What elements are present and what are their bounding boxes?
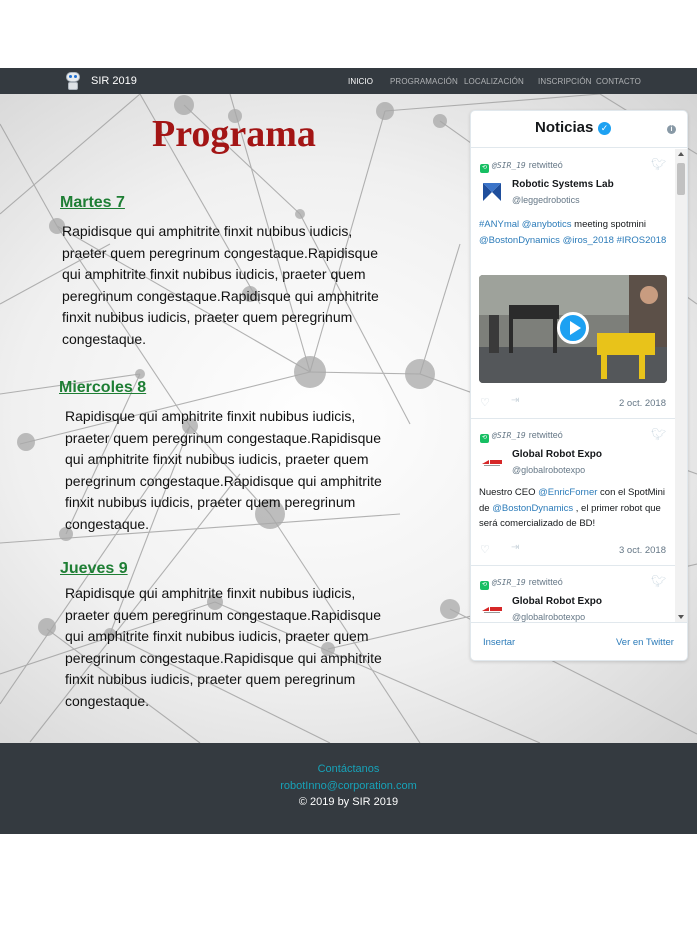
- tweet-author[interactable]: Robotic Systems Lab: [512, 179, 614, 190]
- tweet-text: #ANYmal @anybotics meeting spotmini @Bos…: [479, 219, 667, 246]
- nav-link-localizacion[interactable]: LOCALIZACIÓN: [464, 77, 524, 86]
- nav-link-programacion[interactable]: PROGRAMACIÓN: [390, 77, 458, 86]
- tweet-handle[interactable]: @leggedrobotics: [512, 195, 580, 205]
- scroll-down-icon[interactable]: [678, 615, 684, 619]
- tweet-item[interactable]: ⟲ @SIR_19 retwitteó 🐦︎ Global Robot Expo @…: [471, 566, 675, 622]
- play-icon[interactable]: [557, 312, 589, 344]
- tweet-item[interactable]: ⟲ @SIR_19 retwitteó 🐦︎ Global Robot Expo @…: [471, 419, 675, 566]
- day-description-miercoles: Rapidisque qui amphitrite finxit nubibus…: [65, 408, 382, 532]
- retweet-icon: ⟲: [480, 434, 489, 443]
- scroll-up-icon[interactable]: [678, 152, 684, 156]
- tweet-handle[interactable]: @globalrobotexpo: [512, 612, 585, 622]
- tweet-item[interactable]: ⟲ @SIR_19 retwitteó 🐦︎ Robotic Systems Lab…: [471, 149, 675, 419]
- share-icon[interactable]: ⇥: [511, 542, 519, 553]
- retweet-icon: ⟲: [480, 164, 489, 173]
- nav-link-inicio[interactable]: INICIO: [348, 77, 373, 86]
- heart-icon[interactable]: ♡: [480, 396, 490, 409]
- day-description-martes: Rapidisque qui amphitrite finxit nubibus…: [62, 223, 379, 347]
- tweet-timeline[interactable]: ⟲ @SIR_19 retwitteó 🐦︎ Robotic Systems Lab…: [471, 149, 687, 622]
- widget-footer: Insertar Ver en Twitter: [471, 622, 687, 660]
- retweet-line: ⟲ @SIR_19 retwitteó: [480, 160, 563, 173]
- nav-link-inscripcion[interactable]: INSCRIPCIÓN: [538, 77, 592, 86]
- footer-copyright: © 2019 by SIR 2019: [298, 796, 399, 808]
- view-on-twitter-link[interactable]: Ver en Twitter: [616, 637, 674, 648]
- page-title: Programa: [152, 113, 316, 155]
- tweet-text: Nuestro CEO @EnricForner con el SpotMini…: [479, 487, 666, 529]
- tweet-date[interactable]: 3 oct. 2018: [619, 545, 666, 556]
- twitter-bird-icon[interactable]: 🐦︎: [651, 427, 666, 441]
- retweet-line: ⟲ @SIR_19 retwitteó: [480, 577, 563, 590]
- avatar[interactable]: [481, 181, 503, 203]
- navbar: SIR 2019 INICIO PROGRAMACIÓN LOCALIZACIÓ…: [0, 68, 697, 94]
- tweet-date[interactable]: 2 oct. 2018: [619, 398, 666, 409]
- footer-email-link[interactable]: robotInno@corporation.com: [0, 780, 697, 792]
- scroll-thumb[interactable]: [677, 163, 685, 195]
- tweet-author[interactable]: Global Robot Expo: [512, 596, 602, 607]
- page: SIR 2019 INICIO PROGRAMACIÓN LOCALIZACIÓ…: [0, 0, 697, 935]
- day-heading-martes[interactable]: Martes 7: [60, 194, 125, 212]
- widget-scrollbar[interactable]: [675, 149, 687, 622]
- retweet-icon: ⟲: [480, 581, 489, 590]
- info-icon[interactable]: i: [667, 125, 676, 134]
- brand[interactable]: SIR 2019: [62, 70, 137, 92]
- robot-logo-icon: [62, 70, 84, 92]
- widget-title[interactable]: Noticias: [535, 119, 593, 136]
- day-heading-jueves[interactable]: Jueves 9: [60, 560, 128, 578]
- day-description-jueves: Rapidisque qui amphitrite finxit nubibus…: [65, 585, 382, 709]
- widget-header: Noticias ✓ i: [471, 111, 687, 148]
- twitter-bird-icon[interactable]: 🐦︎: [651, 157, 666, 171]
- share-icon[interactable]: ⇥: [511, 395, 519, 406]
- heart-icon[interactable]: ♡: [480, 543, 490, 556]
- twitter-bird-icon[interactable]: 🐦︎: [651, 574, 666, 588]
- day-heading-miercoles[interactable]: Miercoles 8: [59, 379, 146, 397]
- nav-link-contacto[interactable]: CONTACTO: [596, 77, 641, 86]
- tweet-video[interactable]: [479, 275, 667, 383]
- avatar[interactable]: [481, 451, 503, 473]
- twitter-widget: Noticias ✓ i ⟲ @SIR_19 retwitteó 🐦︎ Roboti…: [470, 110, 688, 661]
- embed-link[interactable]: Insertar: [483, 637, 515, 648]
- brand-name: SIR 2019: [91, 75, 137, 87]
- footer: Contáctanos robotInno@corporation.com © …: [0, 743, 697, 834]
- tweet-author[interactable]: Global Robot Expo: [512, 449, 602, 460]
- verified-badge-icon: ✓: [598, 122, 611, 135]
- footer-contact-link[interactable]: Contáctanos: [0, 763, 697, 775]
- tweet-handle[interactable]: @globalrobotexpo: [512, 465, 585, 475]
- avatar[interactable]: [481, 598, 503, 620]
- retweet-line: ⟲ @SIR_19 retwitteó: [480, 430, 563, 443]
